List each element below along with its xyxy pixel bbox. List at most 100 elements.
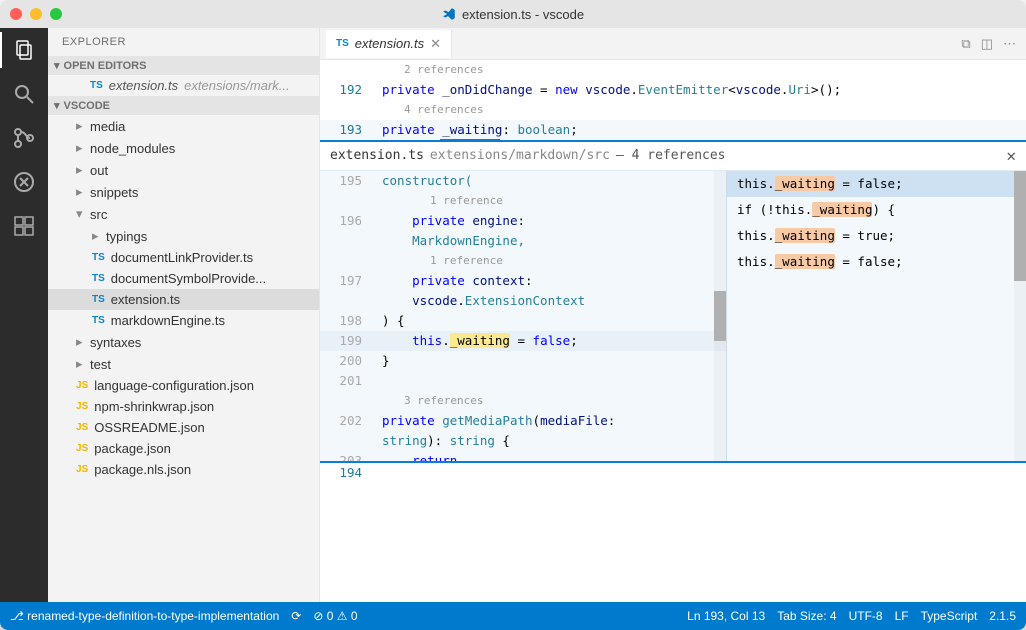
split-editor-icon[interactable]: ◫ — [981, 36, 993, 52]
problems-status[interactable]: ⊘ 0 ⚠ 0 — [313, 609, 357, 623]
line-number — [320, 431, 374, 451]
window-title: extension.ts - vscode — [462, 7, 584, 22]
folder-item[interactable]: ▸out — [48, 159, 319, 181]
chevron-down-icon: ▾ — [54, 59, 60, 72]
encoding-status[interactable]: UTF-8 — [849, 609, 883, 623]
cursor-position-status[interactable]: Ln 193, Col 13 — [687, 609, 765, 623]
ts-file-icon: TS — [92, 273, 105, 284]
editor-pane: TS extension.ts ✕ ⧉ ◫ ⋯ 2 references 192… — [320, 28, 1026, 602]
ts-file-icon: TS — [90, 80, 103, 91]
js-file-icon: JS — [76, 380, 88, 391]
chevron-right-icon: ▸ — [76, 162, 84, 178]
peek-references-view: extension.ts extensions/markdown/src – 4… — [320, 140, 1026, 463]
reference-item[interactable]: this._waiting = false; — [727, 171, 1026, 197]
file-item[interactable]: TSdocumentLinkProvider.ts — [48, 247, 319, 268]
peek-code[interactable]: 195constructor( 1 reference 196 private … — [320, 171, 726, 461]
line-number: 200 — [320, 351, 374, 371]
line-number: 194 — [320, 463, 374, 483]
js-file-icon: JS — [76, 443, 88, 454]
folder-item[interactable]: ▸syntaxes — [48, 331, 319, 353]
chevron-down-icon: ▾ — [54, 99, 60, 112]
close-window-button[interactable] — [10, 8, 22, 20]
ts-file-icon: TS — [92, 315, 105, 326]
sync-status[interactable]: ⟳ — [291, 609, 301, 623]
debug-icon[interactable] — [12, 170, 36, 194]
codelens[interactable]: 4 references — [320, 100, 1026, 120]
line-number: 203 — [320, 451, 374, 461]
scrollbar-thumb[interactable] — [1014, 171, 1026, 281]
sidebar-title: EXPLORER — [48, 28, 319, 56]
line-number: 198 — [320, 311, 374, 331]
line-number: 195 — [320, 171, 374, 191]
close-peek-icon[interactable]: ✕ — [1006, 146, 1016, 166]
folder-item[interactable]: ▸media — [48, 115, 319, 137]
chevron-right-icon: ▸ — [76, 184, 84, 200]
folder-item[interactable]: ▸node_modules — [48, 137, 319, 159]
file-item[interactable]: JSpackage.json — [48, 438, 319, 459]
git-branch-status[interactable]: ⎇ renamed-type-definition-to-type-implem… — [10, 609, 279, 623]
close-tab-icon[interactable]: ✕ — [430, 36, 441, 52]
file-item[interactable]: JSpackage.nls.json — [48, 459, 319, 480]
reference-item[interactable]: if (!this._waiting) { — [727, 197, 1026, 223]
scrollbar-thumb[interactable] — [714, 291, 726, 341]
file-item[interactable]: JSlanguage-configuration.json — [48, 375, 319, 396]
line-number: 193 — [320, 120, 374, 140]
line-number: 202 — [320, 411, 374, 431]
tab-extension[interactable]: TS extension.ts ✕ — [326, 30, 452, 58]
folder-item-src[interactable]: ▾src — [48, 203, 319, 225]
reference-item[interactable]: this._waiting = true; — [727, 223, 1026, 249]
folder-item[interactable]: ▸test — [48, 353, 319, 375]
codelens[interactable]: 1 reference — [320, 191, 726, 211]
version-status[interactable]: 2.1.5 — [989, 609, 1016, 623]
vscode-icon — [442, 7, 456, 21]
activity-bar — [0, 28, 48, 602]
chevron-right-icon: ▸ — [76, 356, 84, 372]
explorer-icon[interactable] — [12, 38, 36, 62]
more-icon[interactable]: ⋯ — [1003, 36, 1016, 52]
file-item[interactable]: JSnpm-shrinkwrap.json — [48, 396, 319, 417]
codelens[interactable]: 2 references — [320, 60, 1026, 80]
code-line[interactable]: private _waiting: boolean; — [374, 120, 1026, 140]
reference-item[interactable]: this._waiting = false; — [727, 249, 1026, 275]
line-number: 199 — [320, 331, 374, 351]
chevron-down-icon: ▾ — [76, 206, 84, 222]
line-number — [320, 231, 374, 251]
folder-item[interactable]: ▸typings — [48, 225, 319, 247]
ts-file-icon: TS — [92, 252, 105, 263]
codelens[interactable]: 3 references — [320, 391, 726, 411]
source-control-icon[interactable] — [12, 126, 36, 150]
open-editors-section[interactable]: ▾OPEN EDITORS — [48, 56, 319, 75]
tab-bar: TS extension.ts ✕ ⧉ ◫ ⋯ — [320, 28, 1026, 60]
js-file-icon: JS — [76, 401, 88, 412]
ts-file-icon: TS — [336, 38, 349, 49]
explorer-sidebar: EXPLORER ▾OPEN EDITORS TS extension.ts e… — [48, 28, 320, 602]
chevron-right-icon: ▸ — [76, 118, 84, 134]
find-references-icon[interactable]: ⧉ — [961, 36, 970, 52]
file-item[interactable]: JSOSSREADME.json — [48, 417, 319, 438]
codelens[interactable]: 1 reference — [320, 251, 726, 271]
eol-status[interactable]: LF — [895, 609, 909, 623]
open-editor-item[interactable]: TS extension.ts extensions/mark... — [48, 75, 319, 96]
line-number: 196 — [320, 211, 374, 231]
chevron-right-icon: ▸ — [92, 228, 100, 244]
minimize-window-button[interactable] — [30, 8, 42, 20]
line-number: 197 — [320, 271, 374, 291]
chevron-right-icon: ▸ — [76, 140, 84, 156]
search-icon[interactable] — [12, 82, 36, 106]
workspace-section[interactable]: ▾VSCODE — [48, 96, 319, 115]
tabsize-status[interactable]: Tab Size: 4 — [777, 609, 836, 623]
chevron-right-icon: ▸ — [76, 334, 84, 350]
vscode-window: extension.ts - vscode EXPLORER ▾OPEN EDI… — [0, 0, 1026, 630]
file-item[interactable]: TSdocumentSymbolProvide... — [48, 268, 319, 289]
js-file-icon: JS — [76, 464, 88, 475]
maximize-window-button[interactable] — [50, 8, 62, 20]
code-line[interactable] — [374, 463, 1026, 483]
file-item-selected[interactable]: TSextension.ts — [48, 289, 319, 310]
extensions-icon[interactable] — [12, 214, 36, 238]
file-item[interactable]: TSmarkdownEngine.ts — [48, 310, 319, 331]
folder-item[interactable]: ▸snippets — [48, 181, 319, 203]
line-number — [320, 291, 374, 311]
code-line[interactable]: private _onDidChange = new vscode.EventE… — [374, 80, 1026, 100]
editor-body[interactable]: 2 references 192private _onDidChange = n… — [320, 60, 1026, 602]
language-status[interactable]: TypeScript — [921, 609, 978, 623]
